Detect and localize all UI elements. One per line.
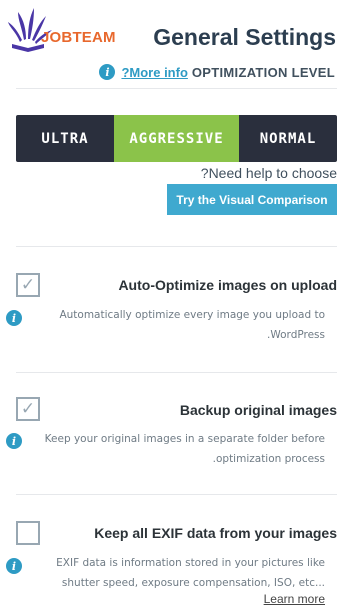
brand-name: JOBTEAM [41, 29, 116, 46]
level-ultra-button[interactable]: ULTRA [16, 115, 114, 162]
info-icon: i [6, 433, 22, 449]
check-icon: ✓ [20, 398, 36, 419]
keep-exif-description: EXIF data is information stored in your … [35, 553, 325, 593]
description-line: .WordPress [267, 329, 325, 341]
description-line: Keep your original images in a separate … [44, 433, 325, 445]
keep-exif-title: Keep all EXIF data from your images [94, 525, 337, 541]
info-icon: i [6, 558, 22, 574]
divider [16, 494, 337, 495]
backup-originals-checkbox[interactable]: ✓ [16, 397, 40, 421]
visual-comparison-button[interactable]: Try the Visual Comparison [167, 184, 337, 215]
divider [16, 246, 337, 247]
divider [16, 372, 337, 373]
auto-optimize-checkbox[interactable]: ✓ [16, 273, 40, 297]
optimization-level-label: OPTIMIZATION LEVEL [191, 64, 335, 80]
brand-logo: JOBTEAM [6, 6, 121, 54]
backup-originals-description: Keep your original images in a separate … [35, 429, 325, 469]
info-icon: i [99, 64, 116, 80]
page-title: General Settings [153, 24, 336, 50]
need-help-text: ?Need help to choose [200, 165, 337, 181]
description-line: .optimization process [212, 453, 325, 465]
keep-exif-checkbox[interactable] [16, 521, 40, 545]
description-line: Automatically optimize every image you u… [59, 309, 325, 321]
auto-optimize-description: Automatically optimize every image you u… [35, 305, 325, 345]
description-line: shutter speed, exposure compensation, IS… [61, 577, 325, 589]
description-line: EXIF data is information stored in your … [56, 557, 325, 569]
backup-originals-title: Backup original images [179, 402, 337, 418]
divider [16, 88, 337, 89]
auto-optimize-title: Auto-Optimize images on upload [118, 277, 337, 293]
learn-more-link[interactable]: Learn more [264, 592, 325, 606]
level-aggressive-button[interactable]: AGGRESSIVE [114, 115, 239, 162]
more-info-link[interactable]: ?More info [121, 65, 187, 80]
level-normal-button[interactable]: NORMAL [239, 115, 337, 162]
info-icon: i [6, 310, 22, 326]
check-icon: ✓ [20, 274, 36, 295]
optimization-level-selector: ULTRA AGGRESSIVE NORMAL [16, 115, 337, 162]
optimization-level-header: i ?More info OPTIMIZATION LEVEL [99, 64, 335, 80]
